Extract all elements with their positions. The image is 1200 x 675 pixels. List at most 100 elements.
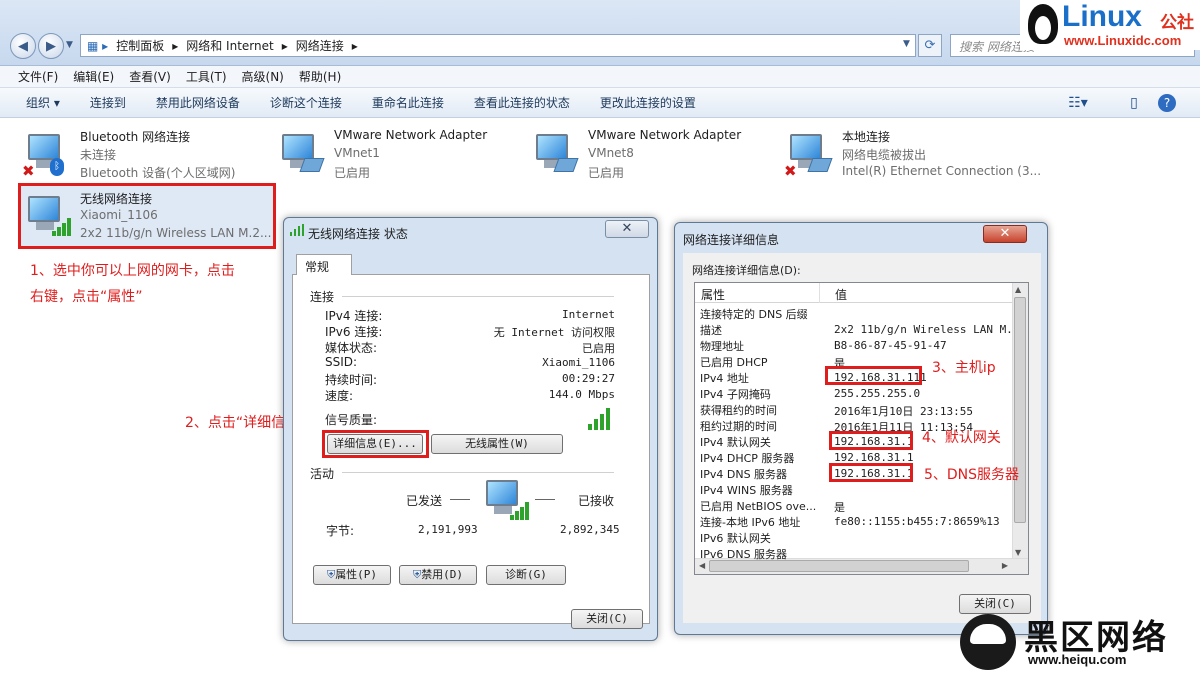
- close-button[interactable]: ✕: [605, 220, 649, 238]
- address-bar[interactable]: ▦ ▸ 控制面板 ▸ 网络和 Internet ▸ 网络连接 ▸: [80, 34, 916, 57]
- view-status-button[interactable]: 查看此连接的状态: [474, 94, 570, 111]
- chevron-right-icon[interactable]: ▸: [352, 39, 358, 53]
- group-connection-label: 连接: [310, 290, 335, 304]
- adapter-local[interactable]: ✖ 本地连接 网络电缆被拔出 Intel(R) Ethernet Connect…: [784, 128, 1044, 184]
- connect-to-button[interactable]: 连接到: [90, 94, 126, 111]
- signal-quality-label: 信号质量:: [325, 413, 378, 427]
- shield-icon: ⛨: [326, 568, 336, 581]
- detail-value: 2016年1月10日 23:13:55: [834, 405, 973, 418]
- adapter-bluetooth[interactable]: ✖ ᛒ Bluetooth 网络连接 未连接 Bluetooth 设备(个人区域网…: [22, 128, 272, 184]
- adapter-status: Xiaomi_1106: [80, 208, 158, 222]
- chevron-right-icon[interactable]: ▸: [172, 39, 178, 53]
- signal-icon: [290, 224, 304, 236]
- adapter-title: 无线网络连接: [80, 192, 153, 206]
- logo-text: Linux: [1062, 0, 1142, 33]
- forward-button[interactable]: ▶: [38, 33, 64, 59]
- adapter-status: 未连接: [80, 148, 117, 162]
- detail-property: 连接特定的 DNS 后缀: [700, 308, 808, 321]
- shield-icon: ⛨: [412, 568, 422, 581]
- network-adapter-icon: ✖: [784, 132, 833, 180]
- rename-button[interactable]: 重命名此连接: [372, 94, 444, 111]
- menu-advanced[interactable]: 高级(N): [242, 68, 284, 85]
- disconnected-icon: ✖: [784, 162, 797, 180]
- received-label: 已接收: [578, 494, 615, 508]
- back-button[interactable]: ◀: [10, 33, 36, 59]
- organize-button[interactable]: 组织 ▾: [26, 94, 60, 111]
- adapter-vmnet8[interactable]: VMware Network Adapter VMnet8 已启用: [530, 128, 780, 184]
- disconnected-icon: ✖: [22, 162, 35, 180]
- disable-button[interactable]: ⛨禁用(D): [399, 565, 477, 585]
- menu-view[interactable]: 查看(V): [129, 68, 171, 85]
- help-icon[interactable]: ?: [1158, 94, 1176, 112]
- highlight-box: [825, 366, 922, 385]
- menu-edit[interactable]: 编辑(E): [73, 68, 114, 85]
- change-settings-button[interactable]: 更改此连接的设置: [600, 94, 696, 111]
- adapter-status: 网络电缆被拔出: [842, 148, 927, 162]
- highlight-box: [829, 431, 913, 450]
- cable-icon: [807, 158, 833, 172]
- network-adapter-icon: [22, 194, 71, 238]
- breadcrumb-item[interactable]: 网络和 Internet: [186, 37, 273, 54]
- details-button[interactable]: 详细信息(E)...: [327, 434, 423, 454]
- detail-value: fe80::1155:b455:7:8659%13: [834, 515, 1000, 528]
- adapter-wireless[interactable]: 无线网络连接 Xiaomi_1106 2x2 11b/g/n Wireless …: [22, 190, 272, 246]
- breadcrumb-item[interactable]: 网络连接: [296, 37, 344, 54]
- detail-property: 租约过期的时间: [700, 420, 777, 433]
- info-value: 144.0 Mbps: [548, 388, 615, 401]
- properties-button[interactable]: ⛨属性(P): [313, 565, 391, 585]
- chevron-right-icon[interactable]: ▸: [282, 39, 288, 53]
- detail-property: IPv4 DHCP 服务器: [700, 452, 795, 465]
- cable-icon: [299, 158, 325, 172]
- recent-pages-dropdown[interactable]: ▼: [66, 40, 73, 50]
- adapter-vmnet1[interactable]: VMware Network Adapter VMnet1 已启用: [276, 128, 526, 184]
- logo-text-cn: 公社: [1160, 13, 1194, 33]
- info-label: 持续时间:: [325, 373, 378, 387]
- annotation-step1: 1、选中你可以上网的网卡，点击: [30, 263, 235, 279]
- adapter-status: VMnet1: [334, 146, 380, 160]
- refresh-icon[interactable]: ⟳: [918, 34, 942, 57]
- detail-property: IPv4 子网掩码: [700, 388, 771, 401]
- list-header: 属性 值: [695, 283, 1013, 303]
- column-header-value[interactable]: 值: [835, 286, 847, 303]
- column-header-property[interactable]: 属性: [701, 286, 725, 303]
- logo-url: www.Linuxidc.com: [1064, 33, 1182, 48]
- view-options-icon[interactable]: ☷▾: [1068, 94, 1088, 112]
- menu-help[interactable]: 帮助(H): [299, 68, 341, 85]
- detail-property: IPv4 默认网关: [700, 436, 771, 449]
- info-value: 已启用: [582, 342, 615, 355]
- menu-file[interactable]: 文件(F): [18, 68, 58, 85]
- dialog-title: 网络连接详细信息: [683, 233, 780, 247]
- bluetooth-icon: ᛒ: [50, 158, 64, 176]
- network-adapter-icon: [530, 132, 579, 176]
- adapter-device: 已启用: [334, 166, 371, 180]
- heiqu-logo: 黑区网络 www.heiqu.com: [958, 610, 1198, 672]
- info-value: Xiaomi_1106: [542, 356, 615, 369]
- menu-tools[interactable]: 工具(T): [186, 68, 227, 85]
- info-label: 媒体状态:: [325, 341, 378, 355]
- disable-device-button[interactable]: 禁用此网络设备: [156, 94, 240, 111]
- detail-value: 是: [834, 501, 845, 514]
- preview-pane-icon[interactable]: ▯: [1124, 94, 1144, 112]
- adapter-device: Intel(R) Ethernet Connection (3...: [842, 164, 1042, 178]
- network-adapter-icon: ✖ ᛒ: [22, 132, 70, 180]
- annotation-step1-cont: 右键，点击“属性”: [30, 289, 143, 305]
- sent-bytes: 2,191,993: [418, 523, 478, 536]
- diagnose-button[interactable]: 诊断这个连接: [270, 94, 342, 111]
- detail-property: IPv6 默认网关: [700, 532, 771, 545]
- breadcrumb-item[interactable]: 控制面板: [116, 37, 164, 54]
- logo-url: www.heiqu.com: [1028, 652, 1127, 667]
- signal-bars-icon: [52, 218, 74, 236]
- group-activity-label: 活动: [310, 467, 335, 481]
- vertical-scrollbar[interactable]: ▲ ▼: [1012, 283, 1028, 559]
- diagnose-button[interactable]: 诊断(G): [486, 565, 566, 585]
- close-button[interactable]: ✕: [983, 225, 1027, 243]
- tab-general[interactable]: 常规: [296, 254, 352, 275]
- close-status-button[interactable]: 关闭(C): [571, 609, 643, 629]
- wireless-properties-button[interactable]: 无线属性(W): [431, 434, 563, 454]
- address-history-dropdown[interactable]: ▼: [903, 39, 910, 49]
- adapter-title: 本地连接: [842, 130, 891, 144]
- info-label: IPv4 连接:: [325, 309, 383, 323]
- network-adapter-icon: [276, 132, 325, 176]
- adapter-status: VMnet8: [588, 146, 634, 160]
- annotation-step4: 4、默认网关: [922, 430, 1001, 446]
